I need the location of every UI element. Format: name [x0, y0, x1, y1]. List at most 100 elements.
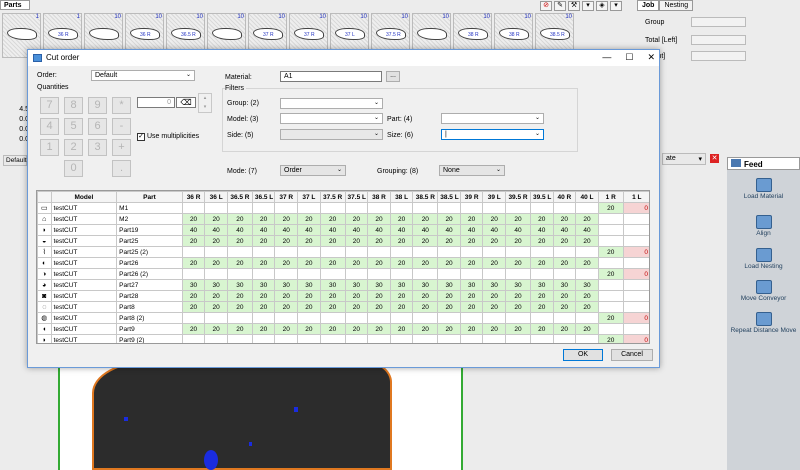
load-nesting-button[interactable]: Load Nesting [727, 248, 800, 270]
size-qty-cell[interactable]: 20 [412, 213, 439, 225]
size-qty-cell[interactable]: 20 [459, 235, 484, 247]
size-qty-cell[interactable]: 30 [181, 279, 206, 291]
size-qty-cell[interactable]: 20 [389, 257, 414, 269]
size-qty-cell[interactable]: 20 [226, 213, 253, 225]
keypad-key[interactable]: 0 [64, 160, 83, 177]
size-qty-cell[interactable]: 20 [412, 323, 439, 335]
model-cell[interactable]: testCUT [50, 213, 118, 225]
part-cell[interactable]: Part25 (2) [116, 246, 183, 258]
size-qty-cell[interactable] [226, 268, 253, 280]
size-qty-cell[interactable] [437, 334, 461, 343]
size-qty-cell[interactable] [251, 202, 276, 214]
keypad-key[interactable]: 9 [88, 97, 107, 114]
size-qty-cell[interactable]: 20 [437, 323, 461, 335]
size-qty-cell[interactable]: 20 [319, 235, 346, 247]
part-cell[interactable]: Part19 [116, 224, 183, 236]
part-icon[interactable]: ◙ [37, 290, 52, 302]
size-qty-cell[interactable]: 30 [437, 279, 461, 291]
size-qty-cell[interactable]: 40 [297, 224, 321, 236]
edit-icon[interactable]: ✎ [554, 1, 566, 11]
size-qty-cell[interactable] [274, 246, 299, 258]
keypad-key[interactable]: . [112, 160, 131, 177]
model-cell[interactable]: testCUT [50, 301, 118, 313]
size-qty-cell[interactable]: 20 [389, 213, 414, 225]
size-qty-cell[interactable]: 20 [181, 213, 206, 225]
size-qty-cell[interactable]: 40 [482, 224, 507, 236]
size-qty-cell[interactable] [505, 202, 531, 214]
model-cell[interactable]: testCUT [50, 268, 118, 280]
size-qty-cell[interactable] [505, 312, 531, 324]
size-qty-cell[interactable]: 20 [552, 257, 577, 269]
size-qty-cell[interactable] [344, 268, 369, 280]
size-qty-cell[interactable]: 20 [529, 257, 554, 269]
keypad-key[interactable]: 4 [40, 118, 59, 135]
size-qty-cell[interactable] [552, 268, 577, 280]
size-qty-cell[interactable] [204, 312, 228, 324]
table-row[interactable]: ◐ testCUT Part26 20 20 20 20 20 20 20 20 20 20 20 20 20… [37, 257, 649, 269]
table-row[interactable]: ◖ testCUT Part9 20 20 20 20 20 20 20 20 20 20 20 20 20 2… [37, 323, 649, 335]
size-qty-cell[interactable]: 20 [552, 323, 577, 335]
size-qty-cell[interactable] [367, 268, 391, 280]
size-qty-cell[interactable]: 20 [319, 213, 346, 225]
size-qty-cell[interactable]: 20 [297, 301, 321, 313]
size-qty-cell[interactable]: 30 [505, 279, 531, 291]
column-header[interactable]: 39.5 R [505, 191, 531, 203]
size-qty-cell[interactable] [297, 268, 321, 280]
size-qty-cell[interactable]: 20 [412, 235, 439, 247]
size-qty-cell[interactable] [367, 312, 391, 324]
size-qty-cell[interactable]: 20 [389, 323, 414, 335]
size-qty-cell[interactable] [389, 334, 414, 343]
size-qty-cell[interactable]: 20 [412, 301, 439, 313]
size-qty-cell[interactable] [389, 246, 414, 258]
minimize-icon[interactable]: — [602, 52, 611, 63]
size-qty-cell[interactable]: 40 [251, 224, 276, 236]
size-qty-cell[interactable]: 30 [459, 279, 484, 291]
size-qty-cell[interactable]: 20 [437, 257, 461, 269]
size-qty-cell[interactable]: 30 [226, 279, 253, 291]
size-qty-cell[interactable]: 20 [181, 235, 206, 247]
keypad-key[interactable]: + [112, 139, 131, 156]
size-qty-cell[interactable]: 20 [204, 213, 228, 225]
size-qty-cell[interactable]: 20 [482, 290, 507, 302]
size-qty-cell[interactable] [437, 312, 461, 324]
size-qty-cell[interactable] [204, 246, 228, 258]
browse-button[interactable]: ... [386, 71, 400, 82]
qty-1r-cell[interactable] [597, 224, 624, 236]
model-cell[interactable]: testCUT [50, 246, 118, 258]
size-qty-cell[interactable]: 20 [344, 323, 369, 335]
keypad-key[interactable]: 3 [88, 139, 107, 156]
size-qty-cell[interactable]: 20 [529, 290, 554, 302]
keypad-key[interactable]: 1 [40, 139, 59, 156]
table-row[interactable]: ◕ testCUT Part27 30 30 30 30 30 30 30 30 30 30 30 30 30… [37, 279, 649, 291]
keypad-key[interactable]: 6 [88, 118, 107, 135]
size-qty-cell[interactable]: 20 [251, 290, 276, 302]
size-qty-cell[interactable]: 20 [251, 323, 276, 335]
size-qty-cell[interactable] [437, 268, 461, 280]
size-qty-cell[interactable]: 20 [367, 257, 391, 269]
table-row[interactable]: ⌇ testCUT Part25 (2) 20 0 [37, 246, 649, 258]
model-cell[interactable]: testCUT [50, 224, 118, 236]
size-qty-cell[interactable] [437, 202, 461, 214]
size-qty-cell[interactable] [529, 246, 554, 258]
qty-1r-cell[interactable]: 20 [597, 246, 624, 258]
size-qty-cell[interactable]: 20 [274, 235, 299, 247]
size-qty-cell[interactable]: 20 [274, 257, 299, 269]
size-qty-cell[interactable]: 20 [529, 213, 554, 225]
qty-1l-cell[interactable] [622, 279, 649, 291]
size-qty-cell[interactable] [552, 246, 577, 258]
table-row[interactable]: ▭ testCUT M1 20 0 [37, 202, 649, 214]
size-qty-cell[interactable]: 20 [437, 213, 461, 225]
size-qty-cell[interactable]: 30 [412, 279, 439, 291]
part-cell[interactable]: M2 [116, 213, 183, 225]
size-qty-cell[interactable] [204, 202, 228, 214]
column-header[interactable]: 40 L [575, 191, 599, 203]
size-qty-cell[interactable]: 40 [459, 224, 484, 236]
qty-1l-cell[interactable]: 0 [622, 246, 649, 258]
size-qty-cell[interactable] [274, 268, 299, 280]
order-select[interactable]: Default ⌄ [91, 70, 195, 81]
size-qty-cell[interactable] [319, 334, 346, 343]
size-qty-cell[interactable] [412, 268, 439, 280]
model-cell[interactable]: testCUT [50, 334, 118, 343]
size-qty-cell[interactable] [251, 268, 276, 280]
qty-1l-cell[interactable] [622, 213, 649, 225]
